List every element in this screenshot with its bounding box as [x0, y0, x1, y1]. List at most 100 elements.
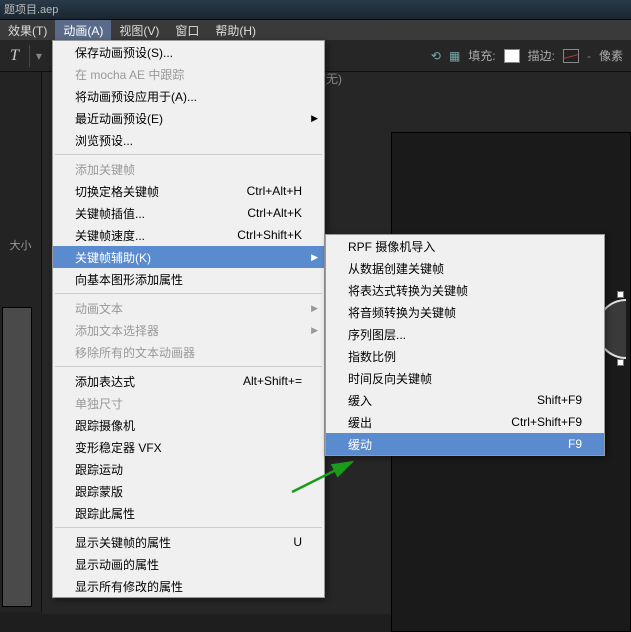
menu-item-shortcut: Ctrl+Alt+K — [227, 206, 302, 220]
menu-item-label: 最近动画预设(E) — [75, 110, 163, 127]
submenu-arrow-icon: ▶ — [311, 252, 318, 263]
menu-item-label: 跟踪摄像机 — [75, 417, 135, 434]
keyframe-assist-item[interactable]: 序列图层... — [326, 323, 604, 345]
grid-icon[interactable]: ▦ — [449, 49, 460, 63]
animation-menu-item[interactable]: 跟踪此属性 — [53, 502, 324, 524]
animation-menu-item[interactable]: 将动画预设应用于(A)... — [53, 85, 324, 107]
px-label: 像素 — [599, 47, 623, 64]
animation-menu-separator — [55, 527, 322, 528]
menu-item-label: 单独尺寸 — [75, 395, 123, 412]
animation-menu-separator — [55, 154, 322, 155]
menu-item-label: 缓入 — [348, 392, 372, 409]
keyframe-assist-submenu: RPF 摄像机导入从数据创建关键帧将表达式转换为关键帧将音频转换为关键帧序列图层… — [325, 234, 605, 456]
none-indicator: (无) — [322, 70, 342, 87]
menu-item-label: 添加关键帧 — [75, 161, 135, 178]
animation-menu-item[interactable]: 关键帧辅助(K) ▶ — [53, 246, 324, 268]
menu-item-label: 序列图层... — [348, 326, 406, 343]
menu-help[interactable]: 帮助(H) — [207, 20, 264, 41]
menu-item-label: 跟踪蒙版 — [75, 483, 123, 500]
menu-item-label: 时间反向关键帧 — [348, 370, 432, 387]
animation-menu-dropdown: 保存动画预设(S)... 在 mocha AE 中跟踪将动画预设应用于(A)...… — [52, 40, 325, 598]
animation-menu-item[interactable]: 添加表达式 Alt+Shift+= — [53, 370, 324, 392]
animation-menu-item: 在 mocha AE 中跟踪 — [53, 63, 324, 85]
menu-item-label: RPF 摄像机导入 — [348, 238, 435, 255]
menu-item-label: 指数比例 — [348, 348, 396, 365]
menu-item-label: 缓出 — [348, 414, 372, 431]
animation-menu-item: 动画文本▶ — [53, 297, 324, 319]
menu-item-label: 将音频转换为关键帧 — [348, 304, 456, 321]
animation-menu-separator — [55, 293, 322, 294]
animation-menu-item[interactable]: 切换定格关键帧 Ctrl+Alt+H — [53, 180, 324, 202]
transform-handle[interactable] — [617, 359, 624, 366]
animation-menu-item: 单独尺寸 — [53, 392, 324, 414]
window-titlebar: 题项目.aep — [0, 0, 631, 20]
keyframe-assist-item[interactable]: 缓入 Shift+F9 — [326, 389, 604, 411]
keyframe-assist-item[interactable]: RPF 摄像机导入 — [326, 235, 604, 257]
toolbar-divider — [29, 45, 30, 67]
menu-item-label: 移除所有的文本动画器 — [75, 344, 195, 361]
menu-item-label: 添加表达式 — [75, 373, 135, 390]
menu-animation[interactable]: 动画(A) — [55, 20, 111, 41]
snap-icon[interactable]: ⟲ — [431, 49, 441, 63]
menu-bar: 效果(T) 动画(A) 视图(V) 窗口 帮助(H) — [0, 20, 631, 40]
animation-menu-item[interactable]: 显示关键帧的属性U — [53, 531, 324, 553]
menu-item-label: 保存动画预设(S)... — [75, 44, 173, 61]
animation-menu-item[interactable]: 跟踪蒙版 — [53, 480, 324, 502]
fill-swatch[interactable] — [504, 49, 520, 63]
keyframe-assist-item[interactable]: 将音频转换为关键帧 — [326, 301, 604, 323]
animation-menu-item[interactable]: 最近动画预设(E)▶ — [53, 107, 324, 129]
keyframe-assist-item[interactable]: 从数据创建关键帧 — [326, 257, 604, 279]
menu-item-label: 在 mocha AE 中跟踪 — [75, 66, 184, 83]
menu-item-label: 将动画预设应用于(A)... — [75, 88, 197, 105]
animation-menu-item[interactable]: 关键帧速度...Ctrl+Shift+K — [53, 224, 324, 246]
stroke-swatch[interactable] — [563, 49, 579, 63]
menu-item-label: 跟踪此属性 — [75, 505, 135, 522]
menu-item-label: 浏览预设... — [75, 132, 133, 149]
animation-menu-item[interactable]: 保存动画预设(S)... — [53, 41, 324, 63]
menu-item-shortcut: F9 — [548, 437, 582, 451]
menu-item-label: 关键帧插值... — [75, 205, 145, 222]
menu-item-label: 显示所有修改的属性 — [75, 578, 183, 595]
type-tool-icon[interactable]: T — [6, 45, 23, 67]
animation-menu-item[interactable]: 浏览预设... — [53, 129, 324, 151]
animation-menu-item: 添加关键帧 — [53, 158, 324, 180]
stroke-label: 描边: — [528, 47, 555, 64]
title-text: 题项目.aep — [4, 4, 58, 16]
menu-item-shortcut: Ctrl+Alt+H — [227, 184, 302, 198]
menu-view[interactable]: 视图(V) — [111, 20, 167, 41]
animation-menu-item[interactable]: 跟踪运动 — [53, 458, 324, 480]
animation-menu-item[interactable]: 跟踪摄像机 — [53, 414, 324, 436]
keyframe-assist-item[interactable]: 时间反向关键帧 — [326, 367, 604, 389]
menu-effects[interactable]: 效果(T) — [0, 20, 55, 41]
keyframe-assist-item[interactable]: 缓动F9 — [326, 433, 604, 455]
menu-item-shortcut: Shift+F9 — [517, 393, 582, 407]
menu-item-label: 将表达式转换为关键帧 — [348, 282, 468, 299]
menu-item-shortcut: Alt+Shift+= — [223, 374, 302, 388]
animation-menu-item[interactable]: 关键帧插值... Ctrl+Alt+K — [53, 202, 324, 224]
left-panel: 大小 — [0, 72, 42, 612]
animation-menu-item: 移除所有的文本动画器 — [53, 341, 324, 363]
menu-item-label: 跟踪运动 — [75, 461, 123, 478]
menu-item-label: 关键帧辅助(K) — [75, 249, 151, 266]
fill-label: 填充: — [468, 47, 495, 64]
transform-handle[interactable] — [617, 291, 624, 298]
menu-window[interactable]: 窗口 — [167, 20, 207, 41]
menu-item-shortcut: Ctrl+Shift+F9 — [491, 415, 582, 429]
submenu-arrow-icon: ▶ — [311, 325, 318, 336]
keyframe-assist-item[interactable]: 将表达式转换为关键帧 — [326, 279, 604, 301]
menu-item-label: 添加文本选择器 — [75, 322, 159, 339]
toolbar-chevron-icon[interactable]: ▾ — [36, 49, 42, 63]
animation-menu-item[interactable]: 变形稳定器 VFX — [53, 436, 324, 458]
animation-menu-separator — [55, 366, 322, 367]
keyframe-assist-item[interactable]: 缓出 Ctrl+Shift+F9 — [326, 411, 604, 433]
menu-item-label: 从数据创建关键帧 — [348, 260, 444, 277]
panel-block — [2, 307, 32, 607]
menu-item-label: 显示关键帧的属性 — [75, 534, 171, 551]
keyframe-assist-item[interactable]: 指数比例 — [326, 345, 604, 367]
animation-menu-item[interactable]: 显示所有修改的属性 — [53, 575, 324, 597]
animation-menu-item[interactable]: 向基本图形添加属性 — [53, 268, 324, 290]
menu-item-label: 关键帧速度... — [75, 227, 145, 244]
menu-item-label: 切换定格关键帧 — [75, 183, 159, 200]
animation-menu-item[interactable]: 显示动画的属性 — [53, 553, 324, 575]
menu-item-label: 向基本图形添加属性 — [75, 271, 183, 288]
